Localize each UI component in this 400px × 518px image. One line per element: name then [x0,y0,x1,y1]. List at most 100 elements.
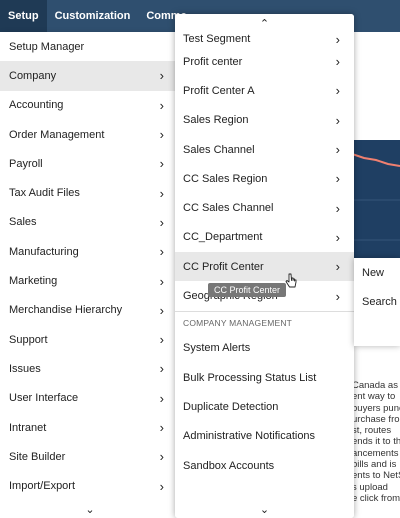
chevron-down-icon: ⌄ [85,503,95,516]
submenu-item-sales-channel[interactable]: Sales Channel › [175,135,354,164]
menu-item-order-management[interactable]: Order Management › [0,120,180,149]
chevron-up-icon: ⌃ [259,17,270,30]
submenu-item-label: Administrative Notifications [183,430,316,443]
chevron-right-icon: › [159,68,164,84]
submenu-item-duplicate-detection[interactable]: Duplicate Detection [175,392,354,421]
submenu-scroll-down[interactable]: ⌄ [175,500,354,518]
submenu-item-label: CC_Department [183,231,263,244]
chevron-right-icon: › [335,171,340,187]
submenu-item-label: Sales Channel [183,143,255,156]
submenu-item-label: Profit center [183,55,243,68]
chevron-right-icon: › [159,302,164,318]
chevron-right-icon: › [159,390,164,406]
chevron-right-icon: › [335,83,340,99]
menu-item-manufacturing[interactable]: Manufacturing › [0,237,180,266]
menu-item-label: Intranet [9,421,47,434]
menu-item-label: Company [9,69,57,82]
submenu-item-profit-center-a[interactable]: Profit Center A › [175,76,354,105]
submenu-item-label: Sandbox Accounts [183,459,275,472]
menu-item-label: Support [9,333,48,346]
chevron-right-icon: › [159,449,164,465]
menu-item-site-builder[interactable]: Site Builder › [0,442,180,471]
chevron-right-icon: › [335,259,340,275]
chevron-right-icon: › [335,112,340,128]
menu-item-support[interactable]: Support › [0,325,180,354]
submenu-item-sales-region[interactable]: Sales Region › [175,106,354,135]
menu-item-accounting[interactable]: Accounting › [0,91,180,120]
submenu-item-administrative-notifications[interactable]: Administrative Notifications [175,422,354,451]
setup-menu: Setup Manager Company › Accounting › Ord… [0,32,180,518]
background-chart-line [352,153,400,241]
submenu-item-cc-sales-region[interactable]: CC Sales Region › [175,164,354,193]
submenu-list: Test Segment › Profit center › Profit Ce… [175,32,354,480]
chevron-right-icon: › [335,229,340,245]
chevron-right-icon: › [335,142,340,158]
submenu-item-bulk-processing-status-list[interactable]: Bulk Processing Status List [175,363,354,392]
menu-item-setup-manager[interactable]: Setup Manager [0,32,180,61]
menu-item-label: Site Builder [9,450,66,463]
submenu-item-label: CC Profit Center [183,260,264,273]
submenu-item-label: Profit Center A [183,84,255,97]
menu-item-tax-audit-files[interactable]: Tax Audit Files › [0,178,180,207]
submenu-item-label: Duplicate Detection [183,400,279,413]
hand-cursor-icon [285,273,297,288]
cc-profit-center-flyout: New Search [354,258,400,346]
chevron-right-icon: › [159,127,164,143]
tab-setup[interactable]: Setup [0,0,47,32]
submenu-item-cc-sales-channel[interactable]: CC Sales Channel › [175,193,354,222]
chevron-right-icon: › [159,420,164,435]
menu-item-label: Issues [9,362,41,375]
chevron-right-icon: › [335,31,340,47]
chevron-right-icon: › [159,273,164,289]
menu-item-label: Marketing [9,275,58,288]
submenu-item-label: Bulk Processing Status List [183,371,317,384]
menu-item-label: Tax Audit Files [9,187,80,200]
submenu-item-label: CC Sales Region [183,172,268,185]
chevron-right-icon: › [159,332,164,348]
submenu-item-test-segment[interactable]: Test Segment › [175,31,354,47]
menu-item-label: Payroll [9,157,43,170]
chevron-right-icon: › [159,478,164,494]
menu-item-sales[interactable]: Sales › [0,208,180,237]
tab-customization[interactable]: Customization [47,0,139,32]
submenu-item-profit-center[interactable]: Profit center › [175,47,354,76]
menu-item-label: Order Management [9,128,105,141]
submenu-item-label: CC Sales Channel [183,202,274,215]
menu-item-merchandise-hierarchy[interactable]: Merchandise Hierarchy › [0,296,180,325]
menu-item-payroll[interactable]: Payroll › [0,149,180,178]
submenu-item-label: System Alerts [183,342,251,355]
chevron-right-icon: › [335,288,340,304]
submenu-item-label: Test Segment [183,33,251,45]
submenu-item-sandbox-accounts[interactable]: Sandbox Accounts [175,451,354,480]
company-submenu: ⌃ Test Segment › Profit center › Profit … [175,14,354,518]
submenu-scroll-up[interactable]: ⌃ [175,14,354,32]
menu-item-import-export[interactable]: Import/Export › [0,471,180,500]
menu-item-issues[interactable]: Issues › [0,354,180,383]
submenu-item-cc-profit-center[interactable]: CC Profit Center › [175,252,354,282]
menu-item-label: Manufacturing [9,245,79,258]
chevron-right-icon: › [159,361,164,377]
menu-scroll-down[interactable]: ⌄ [0,500,180,518]
menu-item-marketing[interactable]: Marketing › [0,266,180,295]
submenu-item-system-alerts[interactable]: System Alerts [175,334,354,363]
menu-item-label: Import/Export [9,480,76,493]
menu-item-label: Accounting [9,99,64,112]
chevron-right-icon: › [159,185,164,201]
chevron-right-icon: › [159,156,164,172]
chevron-down-icon: ⌄ [259,503,270,516]
menu-item-label: Merchandise Hierarchy [9,304,123,317]
menu-item-label: Setup Manager [9,40,85,53]
submenu-item-cc-department[interactable]: CC_Department › [175,223,354,252]
menu-item-user-interface[interactable]: User Interface › [0,384,180,413]
menu-item-intranet[interactable]: Intranet › [0,413,180,442]
menu-item-label: Sales [9,216,37,229]
flyout-item-new[interactable]: New [354,259,400,288]
flyout-item-search[interactable]: Search [354,288,400,317]
chevron-right-icon: › [335,200,340,216]
chevron-right-icon: › [159,214,164,230]
menu-item-company[interactable]: Company › [0,61,180,91]
menu-item-label: User Interface [9,392,79,405]
section-title-company-management: COMPANY MANAGEMENT [175,310,354,334]
background-chart [352,140,400,270]
chevron-right-icon: › [159,244,164,260]
